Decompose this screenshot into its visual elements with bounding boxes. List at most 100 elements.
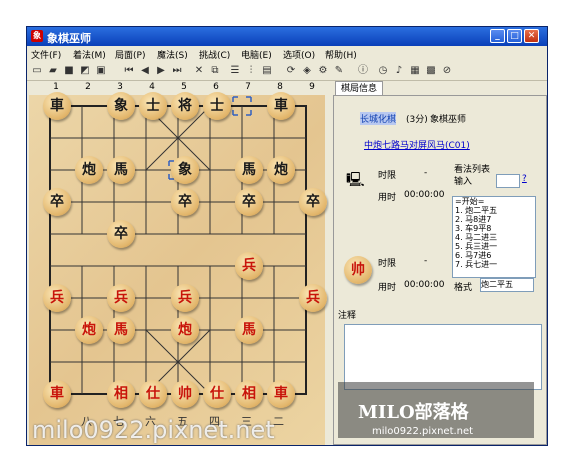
chess-piece[interactable]: 車 [43,92,71,120]
book-icon[interactable]: ▤ [260,64,274,77]
rotate-icon[interactable]: ⟳ [284,64,298,77]
new-icon[interactable]: ▭ [30,64,44,77]
chess-piece[interactable]: 帅 [171,380,199,408]
format-label: 格式 [454,283,473,293]
chess-piece[interactable]: 象 [107,92,135,120]
menu-position[interactable]: 局面(P) [115,48,145,61]
window-title: 象棋巫师 [47,32,91,45]
chess-piece[interactable]: 士 [203,92,231,120]
minimize-button[interactable]: _ [490,29,505,43]
chess-piece[interactable]: 馬 [107,316,135,344]
chess-piece[interactable]: 兵 [43,284,71,312]
watermark-url: milo0922.pixnet.net [372,426,474,437]
list-item[interactable]: 2. 马8进7 [453,215,535,224]
column-number: 6 [213,82,219,92]
picture-icon[interactable]: ▦ [408,64,422,77]
chess-piece[interactable]: 炮 [267,156,295,184]
chess-piece[interactable]: 車 [267,92,295,120]
menu-challenge[interactable]: 挑战(C) [199,48,230,61]
menu-options[interactable]: 选项(O) [283,48,315,61]
delete-icon[interactable]: ✕ [192,64,206,77]
list-item[interactable]: 7. 兵七进一 [453,260,535,269]
chess-piece[interactable]: 卒 [107,220,135,248]
column-number: 5 [181,82,187,92]
toolbar: ▭ ▰ ■ ◩ ▣ ⏮ ◀ ▶ ⏭ ✕ ⧉ ☰ ⫶ ▤ ⟳ ◈ ⚙ ✎ ⓘ ◷ … [27,62,547,81]
chess-piece[interactable]: 将 [171,92,199,120]
save-icon[interactable]: ■ [62,64,76,77]
chess-board[interactable]: 車 象 士 将 士 車 炮 馬 象 馬 炮 卒 卒 卒 卒 卒 兵 兵 兵 兵 … [29,92,327,445]
menu-file[interactable]: 文件(F) [31,48,61,61]
chess-piece[interactable]: 炮 [171,316,199,344]
column-number: 2 [85,82,91,92]
maximize-button[interactable]: □ [507,29,522,43]
move-list[interactable]: =开始= 1. 炮二平五 2. 马8进7 3. 车9平8 4. 马二进三 5. … [452,196,536,278]
format-select[interactable]: 炮二平五 [480,278,534,292]
list-item[interactable]: 5. 兵三进一 [453,242,535,251]
chess-piece[interactable]: 炮 [75,156,103,184]
chess-piece[interactable]: 馬 [107,156,135,184]
chess-piece[interactable]: 兵 [299,284,327,312]
chess-piece[interactable]: 車 [267,380,295,408]
info-icon[interactable]: ⓘ [356,64,370,77]
close-button[interactable]: ✕ [524,29,539,43]
next-move-icon[interactable]: ▶ [154,64,168,77]
chess-piece[interactable]: 卒 [299,188,327,216]
chess-piece[interactable]: 象 [171,156,199,184]
move-input[interactable] [496,174,520,188]
chess-piece[interactable]: 卒 [235,188,263,216]
red-time-limit-value: - [424,256,428,266]
tab-game-info[interactable]: 棋局信息 [335,81,384,96]
stop-icon[interactable]: ⊘ [440,64,454,77]
board-area: 1 2 3 4 5 6 7 8 9 車 象 士 将 士 車 炮 馬 象 馬 炮 … [29,81,327,445]
chess-piece[interactable]: 相 [107,380,135,408]
input-label: 输入 [454,177,473,187]
watermark-overlay: milo0922.pixnet.net [32,416,275,444]
help-button[interactable]: ? [522,174,527,184]
last-move-icon[interactable]: ⏭ [170,64,184,77]
clock-icon[interactable]: ◷ [376,64,390,77]
chess-piece[interactable]: 兵 [107,284,135,312]
chess-piece[interactable]: 卒 [43,188,71,216]
watermark-brand: MILO部落格 [358,402,469,423]
monitor-icon[interactable]: ▩ [424,64,438,77]
list-item[interactable]: 1. 炮二平五 [453,206,535,215]
menu-help[interactable]: 帮助(H) [325,48,357,61]
list-item[interactable]: =开始= [453,197,535,206]
open-icon[interactable]: ▰ [46,64,60,77]
engine-icon[interactable]: ⚙ [316,64,330,77]
chess-piece[interactable]: 炮 [75,316,103,344]
save-as-icon[interactable]: ◩ [78,64,92,77]
sound-icon[interactable]: ♪ [392,64,406,77]
opening-link[interactable]: 中炮七路马对屏风马(C01) [364,138,470,151]
list-item[interactable]: 4. 马二进三 [453,233,535,242]
edit-icon[interactable]: ✎ [332,64,346,77]
print-icon[interactable]: ▣ [94,64,108,77]
analyze-icon[interactable]: ◈ [300,64,314,77]
player-black-name: 象棋巫师 [430,115,467,125]
chess-piece[interactable]: 馬 [235,316,263,344]
chess-piece[interactable]: 士 [139,92,167,120]
first-move-icon[interactable]: ⏮ [122,64,136,77]
chess-piece[interactable]: 馬 [235,156,263,184]
column-number: 7 [245,82,251,92]
menu-magic[interactable]: 魔法(S) [157,48,188,61]
chess-piece[interactable]: 相 [235,380,263,408]
notes-textarea[interactable] [344,324,542,390]
chess-piece[interactable]: 仕 [139,380,167,408]
chess-piece[interactable]: 車 [43,380,71,408]
menu-moves[interactable]: 着法(M) [73,48,106,61]
chess-piece[interactable]: 仕 [203,380,231,408]
tree-icon[interactable]: ⫶ [244,64,258,77]
list-item[interactable]: 3. 车9平8 [453,224,535,233]
menu-computer[interactable]: 电脑(E) [241,48,272,61]
time-used-label: 用时 [378,193,397,203]
time-used-value: 00:00:00 [404,190,445,200]
title-bar[interactable]: 象 象棋巫师 _ □ ✕ [27,27,547,46]
chess-piece[interactable]: 兵 [171,284,199,312]
chess-piece[interactable]: 卒 [171,188,199,216]
copy-icon[interactable]: ⧉ [208,64,222,77]
list-icon[interactable]: ☰ [228,64,242,77]
prev-move-icon[interactable]: ◀ [138,64,152,77]
chess-piece[interactable]: 兵 [235,252,263,280]
list-item[interactable]: 6. 马7进6 [453,251,535,260]
